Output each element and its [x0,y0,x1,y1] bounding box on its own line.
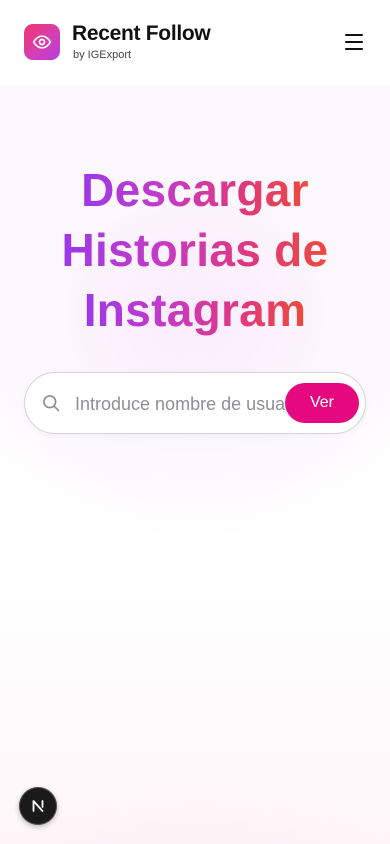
site-header: Recent Follow by IGExport [0,0,390,85]
nextjs-dev-badge[interactable] [19,787,57,825]
menu-line [345,41,363,43]
hamburger-menu-icon[interactable] [338,28,370,56]
search-bar: Ver [24,372,366,434]
hero-title: Descargar Historias de Instagram [0,160,390,340]
app-logo[interactable] [24,24,60,60]
username-input[interactable] [73,385,289,423]
brand-subtitle: by IGExport [73,49,132,61]
nextjs-n-icon [32,800,44,812]
search-icon [43,395,60,412]
hero-title-line-3: Instagram [83,284,307,336]
eye-icon [32,35,52,49]
menu-line [345,48,363,50]
menu-line [345,34,363,36]
brand-title[interactable]: Recent Follow [72,22,211,46]
view-button[interactable]: Ver [285,383,359,423]
hero-title-line-2: Historias de [61,224,329,276]
hero-title-line-1: Descargar [81,164,309,216]
